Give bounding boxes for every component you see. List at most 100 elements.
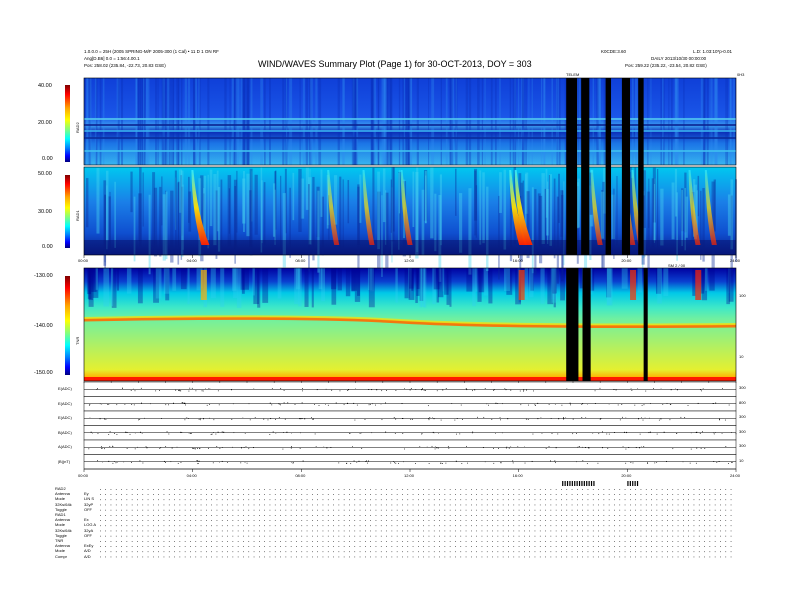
mode-dot — [571, 520, 573, 521]
mode-dot — [227, 551, 228, 553]
mode-dot — [486, 489, 488, 490]
mode-dot — [640, 494, 642, 495]
telemetry-mark — [562, 481, 564, 486]
mode-dot — [285, 499, 287, 501]
mode-dot — [142, 546, 144, 547]
mode-dot — [365, 515, 366, 516]
hk-dot — [421, 432, 423, 434]
mode-dot — [269, 530, 271, 532]
mode-dot — [142, 499, 144, 501]
mode-dot — [460, 515, 462, 516]
rad1-streak — [85, 178, 89, 228]
mode-dot — [428, 494, 430, 495]
mode-dot — [661, 489, 663, 490]
mode-dot — [163, 546, 165, 547]
mode-dot — [147, 535, 149, 537]
hk-dot — [554, 460, 556, 462]
mode-dot — [667, 509, 668, 511]
mode-dot — [190, 520, 191, 521]
mode-dot — [153, 494, 154, 495]
hk-dot — [352, 446, 353, 448]
mode-dot — [444, 556, 446, 558]
hk-dot — [168, 433, 170, 435]
mode-value: A/D — [84, 548, 91, 554]
hk-dot — [484, 461, 486, 463]
mode-dot — [492, 556, 493, 558]
mode-dot — [683, 494, 684, 495]
hk-dot — [248, 448, 250, 450]
mode-dot — [375, 530, 377, 532]
mode-dot — [614, 499, 615, 501]
mode-dot — [349, 530, 350, 532]
mode-dot — [518, 551, 520, 553]
mode-dot — [508, 541, 509, 542]
mode-dot — [402, 520, 403, 521]
hk-dot — [497, 403, 499, 404]
mode-dot — [280, 494, 281, 495]
mode-dot — [714, 546, 716, 547]
mode-dot — [714, 504, 716, 506]
mode-dot — [624, 499, 626, 501]
mode-dot — [264, 509, 265, 511]
hk-dot — [401, 403, 403, 404]
hk-dot — [210, 434, 212, 435]
mode-dot — [704, 535, 705, 537]
mode-dot — [227, 509, 228, 511]
mode-dot — [476, 530, 477, 532]
mode-dot — [667, 551, 668, 553]
mode-dot — [465, 535, 467, 537]
mode-dot — [688, 551, 689, 553]
mode-dot — [349, 520, 350, 521]
telemetry-mark — [593, 481, 595, 486]
mode-dot — [317, 556, 318, 558]
mode-dot — [243, 515, 244, 516]
hk-dot — [171, 447, 173, 449]
mode-label: Mode — [55, 522, 66, 528]
hk-dot — [628, 447, 630, 448]
mode-dot — [333, 520, 334, 521]
hk-dot — [223, 431, 225, 433]
mode-dot — [290, 509, 292, 511]
mode-dot — [683, 525, 684, 527]
mode-dot — [153, 541, 154, 542]
mode-dot — [677, 509, 679, 511]
mode-dot — [359, 546, 361, 547]
mode-dot — [121, 541, 122, 542]
mode-dot — [349, 556, 350, 558]
mode-dot — [301, 541, 303, 542]
mode-dot — [460, 535, 462, 537]
hk-dot — [428, 419, 430, 421]
mode-dot — [327, 546, 329, 547]
hk-dot — [131, 462, 132, 463]
mode-dot — [730, 525, 732, 527]
mode-dot — [698, 520, 700, 521]
mode-dot — [444, 546, 446, 547]
tnr-streak — [466, 268, 473, 292]
mode-dot — [428, 509, 430, 511]
hk-dot — [219, 447, 221, 449]
mode-dot — [624, 515, 626, 516]
hk-dot — [465, 388, 467, 389]
mode-dot — [184, 494, 186, 495]
mode-dot — [455, 546, 456, 547]
mode-dot — [391, 489, 393, 490]
rad1-streak — [161, 176, 163, 226]
mode-dot — [237, 504, 239, 506]
mode-dot — [561, 525, 562, 527]
rad2-ylabel: RAD2 — [75, 122, 80, 133]
mode-dot — [656, 541, 658, 542]
mode-dot — [259, 535, 260, 537]
hk-dot — [90, 431, 92, 433]
mode-dot — [121, 509, 122, 511]
mode-dot — [587, 494, 589, 495]
xtick-label: 24:00 — [730, 258, 741, 263]
mode-dot — [407, 509, 409, 511]
hk-dot — [195, 448, 196, 450]
mode-dot — [137, 520, 138, 521]
mode-dot — [259, 489, 260, 490]
hk-dot — [272, 431, 274, 433]
mode-dot — [529, 541, 530, 542]
hk-dot — [578, 446, 579, 448]
mode-dot — [635, 489, 636, 490]
mode-dot — [412, 509, 414, 511]
